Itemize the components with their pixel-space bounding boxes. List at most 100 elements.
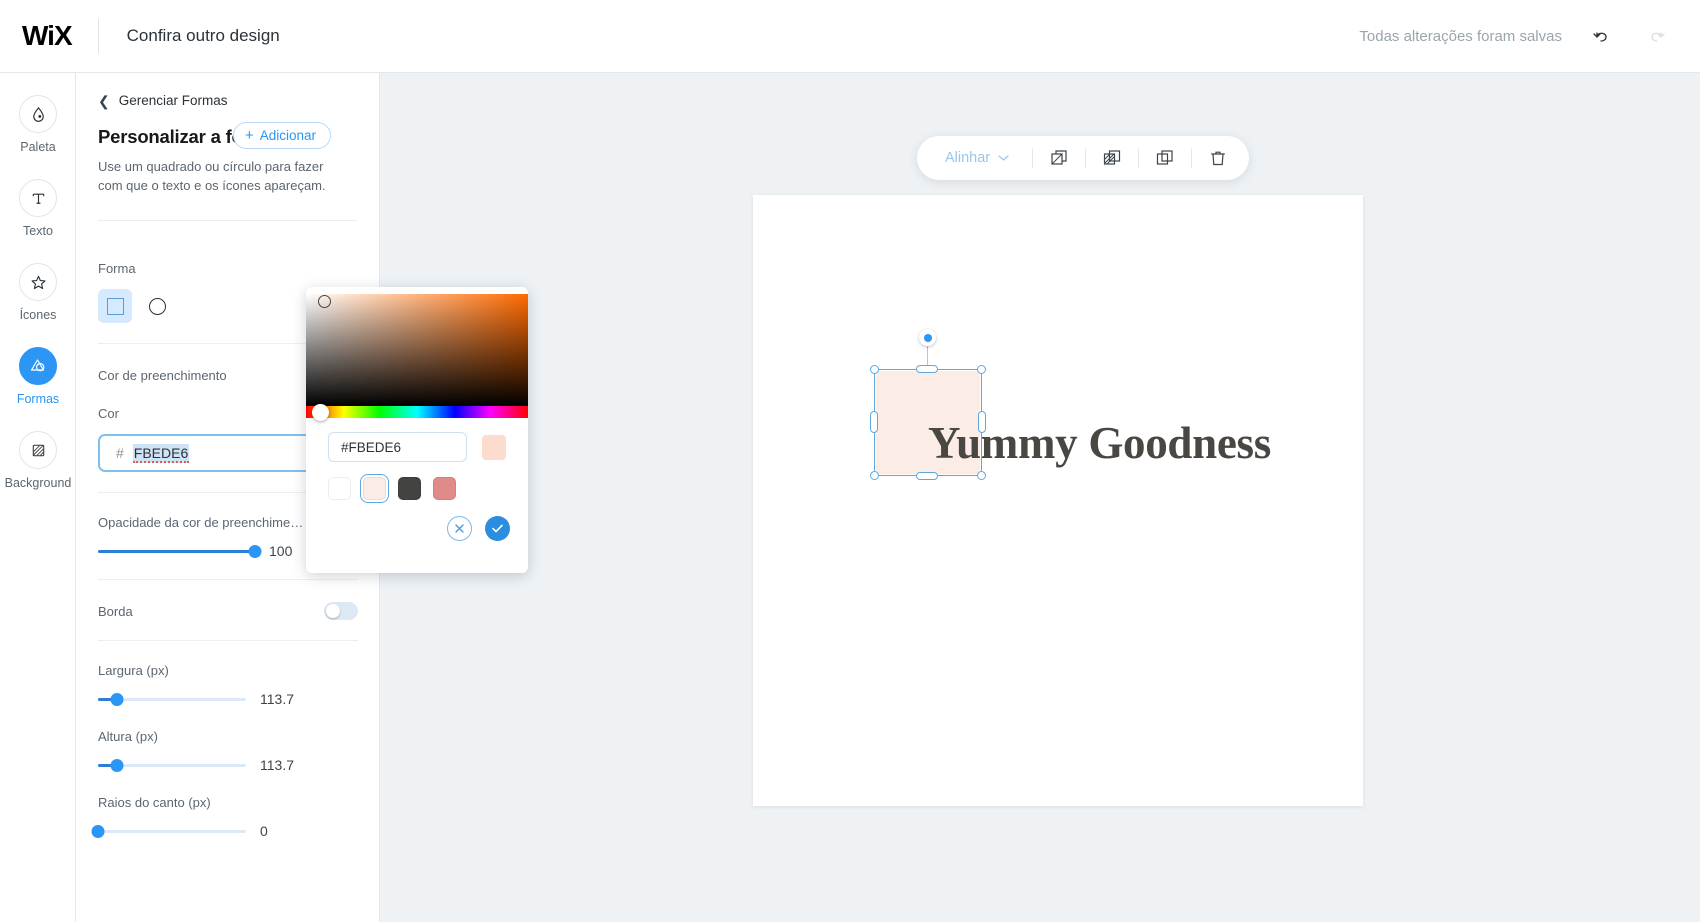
corner-radius-slider[interactable] — [91, 824, 246, 838]
align-dropdown[interactable]: Alinhar — [931, 150, 1023, 166]
rotate-dot-icon — [923, 333, 932, 342]
square-icon — [106, 297, 124, 315]
width-slider[interactable] — [98, 692, 246, 706]
shape-type-label: Forma — [98, 261, 136, 276]
resize-handle-top-center[interactable] — [916, 365, 938, 373]
picker-confirm-button[interactable] — [485, 516, 510, 541]
picker-actions — [447, 516, 510, 541]
wix-logo[interactable]: WiX — [22, 20, 73, 52]
saturation-value-area[interactable] — [306, 294, 528, 406]
align-label: Alinhar — [945, 150, 991, 166]
hex-row: #FBEDE6 — [306, 432, 528, 462]
saturation-value-cursor[interactable] — [318, 295, 331, 308]
sidebar-label-formas: Formas — [16, 392, 60, 406]
canvas-stage[interactable]: Alinhar Yummy Goodness — [380, 73, 1700, 922]
panel-header-divider — [98, 219, 357, 221]
topbar-actions: Todas alterações foram salvas — [1359, 19, 1700, 53]
formas-icon-wrap — [19, 347, 57, 385]
width-slider-row: 113.7 — [98, 691, 358, 707]
color-picker-popup[interactable]: #FBEDE6 — [306, 287, 528, 573]
panel-header: ❮ Gerenciar Formas Personalizar a forma … — [76, 73, 379, 221]
hue-slider[interactable] — [306, 406, 528, 418]
save-status: Todas alterações foram salvas — [1359, 27, 1562, 45]
width-slider-thumb[interactable] — [110, 692, 124, 706]
opacity-slider[interactable] — [98, 544, 262, 558]
border-toggle[interactable] — [324, 602, 358, 620]
duplicate-button[interactable] — [1148, 141, 1182, 175]
selection-frame — [870, 365, 986, 480]
top-bar: WiX Confira outro design Todas alteraçõe… — [0, 0, 1700, 73]
fill-toggle-label: Cor de preenchimento — [98, 367, 227, 383]
star-icon — [30, 275, 46, 289]
width-label: Largura (px) — [98, 663, 169, 678]
swatch-white[interactable] — [328, 477, 351, 500]
picker-color-preview — [482, 434, 506, 460]
delete-button[interactable] — [1201, 141, 1235, 175]
sidebar-item-background[interactable]: Background — [0, 431, 76, 509]
back-to-manage-shapes[interactable]: ❮ Gerenciar Formas — [98, 93, 357, 108]
sidebar-item-icones[interactable]: Ícones — [0, 263, 76, 341]
duplicate-icon — [1157, 150, 1173, 165]
resize-handle-top-left[interactable] — [870, 365, 879, 374]
picker-cancel-button[interactable] — [447, 516, 472, 541]
toolbar-divider — [1191, 148, 1193, 168]
resize-handle-middle-left[interactable] — [870, 411, 878, 433]
icones-icon-wrap — [19, 263, 57, 301]
height-slider-row: 113.7 — [98, 757, 358, 773]
hatched-square-icon — [32, 444, 44, 456]
floating-toolbar: Alinhar — [917, 136, 1250, 180]
resize-handle-bottom-left[interactable] — [870, 471, 879, 480]
resize-handle-bottom-center[interactable] — [916, 472, 938, 480]
border-group: Borda — [98, 580, 358, 641]
opacity-slider-thumb[interactable] — [248, 544, 262, 558]
corner-radius-value: 0 — [260, 823, 268, 839]
border-toggle-row: Borda — [98, 602, 358, 620]
redo-icon — [1651, 32, 1665, 42]
sidebar-item-texto[interactable]: Texto — [0, 179, 76, 257]
panel-description: Use um quadrado ou círculo para fazer co… — [98, 159, 326, 193]
background-icon-wrap — [19, 431, 57, 469]
resize-handle-middle-right[interactable] — [978, 411, 986, 433]
swatch-rose[interactable] — [433, 477, 456, 500]
delete-icon — [1211, 151, 1225, 166]
sidebar-item-paleta[interactable]: Paleta — [0, 95, 76, 173]
toolbar-divider — [1138, 148, 1140, 168]
droplet-icon — [32, 106, 44, 122]
resize-handle-bottom-right[interactable] — [977, 471, 986, 480]
opacity-slider-fill — [98, 549, 255, 553]
picker-hex-input[interactable]: #FBEDE6 — [328, 432, 468, 462]
redo-button[interactable] — [1640, 19, 1674, 53]
height-slider[interactable] — [98, 758, 246, 772]
plus-icon: + — [245, 127, 254, 144]
sidebar-item-formas[interactable]: Formas — [0, 347, 76, 425]
circle-icon — [148, 297, 166, 315]
bring-forward-button[interactable] — [1042, 141, 1076, 175]
toggle-knob — [326, 604, 340, 618]
artboard[interactable]: Yummy Goodness — [753, 195, 1363, 806]
add-shape-button[interactable]: + Adicionar — [233, 122, 332, 149]
color-hex-value: FBEDE6 — [132, 443, 190, 463]
width-value: 113.7 — [260, 691, 294, 707]
back-label: Gerenciar Formas — [118, 93, 228, 108]
close-icon — [455, 524, 464, 533]
height-slider-thumb[interactable] — [110, 758, 124, 772]
shape-option-circle[interactable] — [140, 289, 174, 323]
text-t-icon — [32, 193, 44, 204]
mask-overlay-icon — [1104, 150, 1121, 165]
hue-slider-thumb[interactable] — [312, 404, 329, 421]
corner-radius-slider-thumb[interactable] — [91, 824, 105, 838]
left-rail: Paleta Texto Ícones Formas Background — [0, 73, 76, 922]
resize-handle-top-right[interactable] — [977, 365, 986, 374]
swatch-dark-gray[interactable] — [398, 477, 421, 500]
swatch-peach[interactable] — [359, 473, 390, 504]
sidebar-label-paleta: Paleta — [20, 140, 56, 154]
rotate-handle[interactable] — [919, 329, 936, 346]
chevron-down-icon — [998, 155, 1009, 161]
toolbar-divider — [1032, 148, 1034, 168]
page-title: Confira outro design — [126, 26, 280, 45]
mask-overlay-button[interactable] — [1095, 141, 1129, 175]
paleta-icon-wrap — [19, 95, 57, 133]
topbar-divider — [97, 19, 99, 53]
undo-button[interactable] — [1584, 19, 1618, 53]
shape-option-square[interactable] — [98, 289, 132, 323]
